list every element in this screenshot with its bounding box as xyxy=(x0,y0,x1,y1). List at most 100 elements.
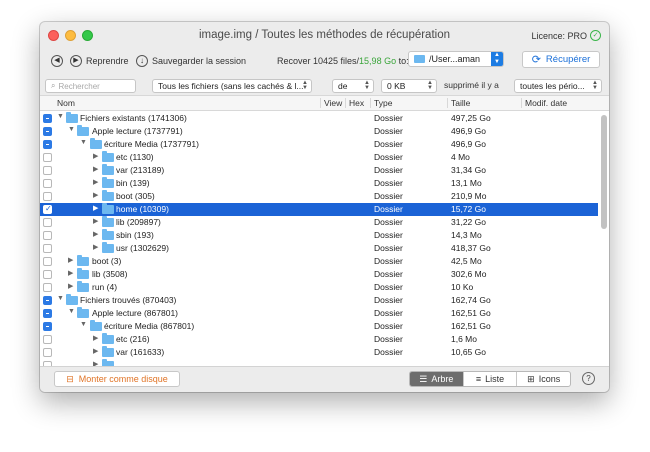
row-checkbox[interactable] xyxy=(43,114,52,123)
row-name: bin (139) xyxy=(116,178,150,188)
download-icon[interactable]: ↓ xyxy=(136,55,148,67)
recover-button[interactable]: ⟳ Récupérer xyxy=(522,51,600,68)
row-size: 418,37 Go xyxy=(451,243,491,253)
tree-row[interactable]: ▼ écriture Media (1737791) Dossier 496,9… xyxy=(40,138,598,151)
scrollbar-thumb[interactable] xyxy=(601,115,607,229)
row-size: 497,25 Go xyxy=(451,113,491,123)
disclosure-collapsed-icon[interactable]: ▶ xyxy=(93,334,98,342)
column-modified[interactable]: Modif. date xyxy=(525,98,567,108)
tree-row[interactable]: ▶ boot (305) Dossier 210,9 Mo xyxy=(40,190,598,203)
row-type: Dossier xyxy=(374,308,403,318)
row-type: Dossier xyxy=(374,191,403,201)
tree-row[interactable]: ▶ var (161633) Dossier 10,65 Go xyxy=(40,346,598,359)
view-list-button[interactable]: ≡ Liste xyxy=(462,372,517,386)
size-operator-select[interactable]: de ▲ ▼ xyxy=(332,79,374,93)
disclosure-collapsed-icon[interactable]: ▶ xyxy=(93,217,98,225)
period-select[interactable]: toutes les pério... ▲ ▼ xyxy=(514,79,602,93)
column-type[interactable]: Type xyxy=(374,98,392,108)
disclosure-collapsed-icon[interactable]: ▶ xyxy=(93,165,98,173)
column-hex[interactable]: Hex xyxy=(349,98,364,108)
tree-row[interactable]: ▶ var (213189) Dossier 31,34 Go xyxy=(40,164,598,177)
tree-row[interactable]: ▶ etc (216) Dossier 1,6 Mo xyxy=(40,333,598,346)
file-filter-value: Tous les fichiers (sans les cachés & l..… xyxy=(158,81,304,91)
view-tree-button[interactable]: ☰ Arbre xyxy=(410,372,463,386)
tree-row-partial[interactable]: ▶ xyxy=(40,359,598,366)
tree-row[interactable]: ▼ Apple lecture (867801) Dossier 162,51 … xyxy=(40,307,598,320)
row-checkbox[interactable] xyxy=(43,348,52,357)
deleted-since-label: supprimé il y a xyxy=(444,80,499,90)
disclosure-expanded-icon[interactable]: ▼ xyxy=(68,308,75,315)
row-checkbox[interactable] xyxy=(43,204,52,214)
tree-row[interactable]: ▶ lib (3508) Dossier 302,6 Mo xyxy=(40,268,598,281)
disclosure-collapsed-icon[interactable]: ▶ xyxy=(93,152,98,160)
title-bar: image.img / Toutes les méthodes de récup… xyxy=(40,22,609,49)
play-icon[interactable]: ▶ xyxy=(70,55,82,67)
resume-button[interactable]: Reprendre xyxy=(86,56,129,66)
row-checkbox[interactable] xyxy=(43,153,52,162)
row-checkbox[interactable] xyxy=(43,309,52,318)
view-icons-button[interactable]: ⊞ Icons xyxy=(516,372,570,386)
destination-path-select[interactable]: /User...aman ▲ ▼ xyxy=(408,51,504,67)
row-checkbox[interactable] xyxy=(43,257,52,266)
period-value: toutes les pério... xyxy=(520,81,585,91)
help-button[interactable]: ? xyxy=(582,372,595,385)
row-checkbox[interactable] xyxy=(43,192,52,201)
tree-row-selected[interactable]: ▶ home (10309) Dossier 15,72 Go xyxy=(40,203,598,216)
back-button[interactable]: ◀ xyxy=(51,55,63,67)
row-checkbox[interactable] xyxy=(43,296,52,305)
tree-row[interactable]: ▼ Apple lecture (1737791) Dossier 496,9 … xyxy=(40,125,598,138)
size-value-select[interactable]: 0 KB ▲ ▼ xyxy=(381,79,437,93)
disclosure-collapsed-icon[interactable]: ▶ xyxy=(93,230,98,238)
row-checkbox[interactable] xyxy=(43,270,52,279)
app-window: image.img / Toutes les méthodes de récup… xyxy=(40,22,609,392)
vertical-scrollbar[interactable] xyxy=(599,111,609,366)
row-checkbox[interactable] xyxy=(43,179,52,188)
tree-row[interactable]: ▼ Fichiers existants (1741306) Dossier 4… xyxy=(40,112,598,125)
row-checkbox[interactable] xyxy=(43,231,52,240)
row-size: 31,34 Go xyxy=(451,165,486,175)
tree-row[interactable]: ▼ écriture Media (867801) Dossier 162,51… xyxy=(40,320,598,333)
folder-icon xyxy=(414,55,425,63)
row-checkbox[interactable] xyxy=(43,335,52,344)
mount-as-disk-button[interactable]: ⊟ Monter comme disque xyxy=(54,371,180,387)
row-checkbox[interactable] xyxy=(43,140,52,149)
row-checkbox[interactable] xyxy=(43,166,52,175)
disclosure-collapsed-icon[interactable]: ▶ xyxy=(93,191,98,199)
search-input[interactable]: ⌕ Rechercher xyxy=(45,79,136,93)
disclosure-expanded-icon[interactable]: ▼ xyxy=(57,113,64,120)
disclosure-collapsed-icon[interactable]: ▶ xyxy=(68,282,73,290)
disclosure-collapsed-icon[interactable]: ▶ xyxy=(93,243,98,251)
row-checkbox[interactable] xyxy=(43,283,52,292)
disclosure-collapsed-icon[interactable]: ▶ xyxy=(93,347,98,355)
tree-row[interactable]: ▶ boot (3) Dossier 42,5 Mo xyxy=(40,255,598,268)
row-checkbox[interactable] xyxy=(43,127,52,136)
column-view[interactable]: View xyxy=(324,98,342,108)
file-filter-select[interactable]: Tous les fichiers (sans les cachés & l..… xyxy=(152,79,312,93)
disclosure-collapsed-icon[interactable]: ▶ xyxy=(93,178,98,186)
disclosure-expanded-icon[interactable]: ▼ xyxy=(57,295,64,302)
folder-icon xyxy=(102,203,114,214)
row-checkbox[interactable] xyxy=(43,322,52,331)
tree-row[interactable]: ▶ run (4) Dossier 10 Ko xyxy=(40,281,598,294)
tree-row[interactable]: ▶ bin (139) Dossier 13,1 Mo xyxy=(40,177,598,190)
row-checkbox[interactable] xyxy=(43,244,52,253)
tree-row[interactable]: ▶ lib (209897) Dossier 31,22 Go xyxy=(40,216,598,229)
tree-row[interactable]: ▶ sbin (193) Dossier 14,3 Mo xyxy=(40,229,598,242)
disclosure-collapsed-icon[interactable]: ▶ xyxy=(93,204,98,212)
tree-row[interactable]: ▶ etc (1130) Dossier 4 Mo xyxy=(40,151,598,164)
row-name: run (4) xyxy=(92,282,118,292)
disclosure-collapsed-icon[interactable]: ▶ xyxy=(68,269,73,277)
column-size[interactable]: Taille xyxy=(451,98,470,108)
folder-icon xyxy=(102,177,114,188)
save-session-button[interactable]: Sauvegarder la session xyxy=(152,56,246,66)
row-name: boot (305) xyxy=(116,191,155,201)
folder-icon xyxy=(77,255,89,266)
disclosure-expanded-icon[interactable]: ▼ xyxy=(80,321,87,328)
tree-row[interactable]: ▼ Fichiers trouvés (870403) Dossier 162,… xyxy=(40,294,598,307)
disclosure-collapsed-icon[interactable]: ▶ xyxy=(68,256,73,264)
tree-row[interactable]: ▶ usr (1302629) Dossier 418,37 Go xyxy=(40,242,598,255)
disclosure-expanded-icon[interactable]: ▼ xyxy=(68,126,75,133)
disclosure-expanded-icon[interactable]: ▼ xyxy=(80,139,87,146)
column-name[interactable]: Nom xyxy=(57,98,75,108)
row-checkbox[interactable] xyxy=(43,218,52,227)
